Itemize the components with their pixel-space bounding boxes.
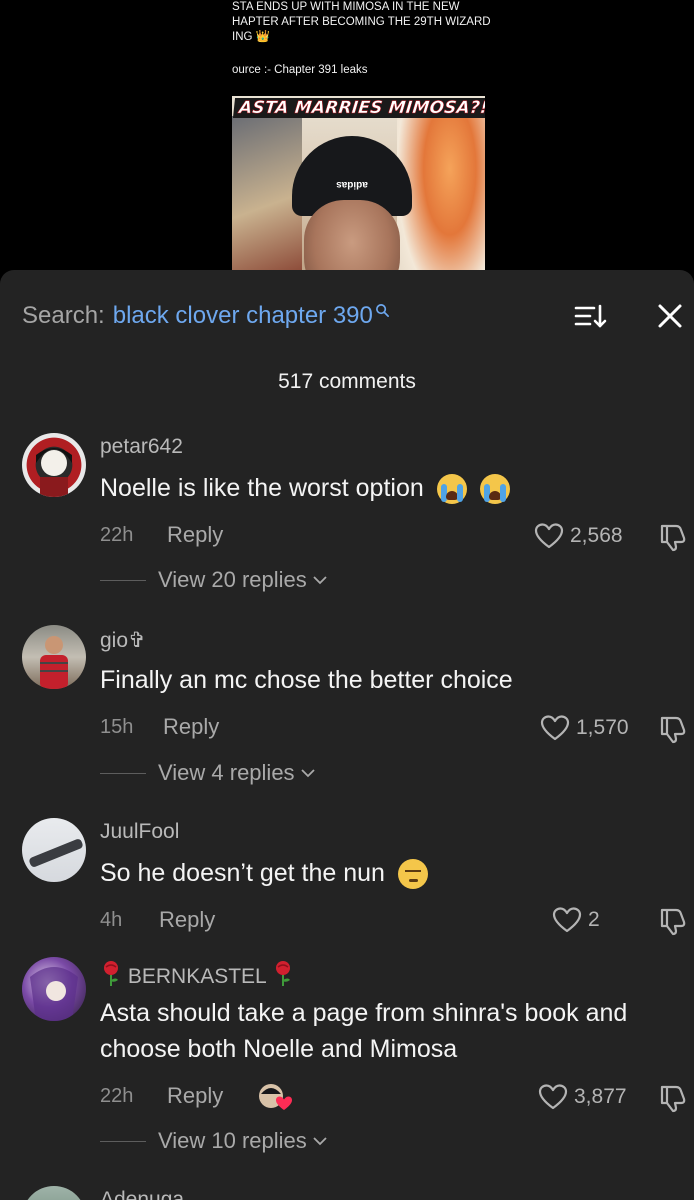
like-count: 3,877 [574,1085,627,1108]
chevron-down-icon [313,1137,327,1146]
divider [100,579,146,581]
view-replies-button[interactable]: View 10 replies [100,1128,327,1154]
reply-button[interactable]: Reply [167,1083,223,1109]
dislike-icon[interactable] [658,714,688,744]
reply-button[interactable]: Reply [167,522,223,548]
beanie-logo: adidas [336,179,368,190]
chevron-down-icon [313,576,327,585]
heart-icon [538,1084,568,1110]
comment-count: 517 comments [278,370,416,393]
avatar[interactable] [22,818,86,882]
avatar[interactable] [22,625,86,689]
heart-icon [552,907,582,933]
comment-text: Asta should take a page from shinra's bo… [100,999,628,1063]
comment-username-text: BERNKASTEL [127,965,266,988]
close-icon[interactable] [652,298,688,334]
search-bar[interactable]: Search: black clover chapter 390 [22,300,390,332]
like-button[interactable]: 2 [552,906,600,934]
comment-text: Finally an mc chose the better choice [100,666,513,694]
chevron-down-icon [300,769,315,778]
pensive-face-emoji-icon [397,859,428,890]
post-source: ource :- Chapter 391 leaks [232,64,368,76]
like-button[interactable]: 3,877 [538,1083,627,1111]
heart-icon [540,715,570,741]
view-replies-label: View 20 replies [158,567,307,592]
like-button[interactable]: 2,568 [534,522,623,550]
search-query-link[interactable]: black clover chapter 390 [113,302,373,330]
video-preview[interactable]: STA ENDS UP WITH MIMOSA IN THE NEW HAPTE… [0,0,694,290]
reply-button[interactable]: Reply [159,907,215,933]
like-count: 2,568 [570,524,623,547]
search-label: Search: [22,302,105,329]
comment-text: Noelle is like the worst option [100,470,660,506]
view-replies-button[interactable]: View 20 replies [100,567,327,593]
thumbnail-title: ASTA MARRIES MIMOSA?! [232,98,485,118]
divider [100,772,146,774]
divider [100,1140,146,1142]
comment-text-body: Noelle is like the worst option [100,474,424,502]
comment-text-body: So he doesn’t get the nun [100,859,385,887]
comment-username[interactable]: Adenuga [100,1188,184,1200]
comment-username[interactable]: JuulFool [100,820,179,844]
view-replies-label: View 10 replies [158,1128,307,1153]
view-replies-button[interactable]: View 4 replies [100,760,315,786]
liked-by-creator-icon [259,1084,292,1110]
comment-username[interactable]: petar642 [100,435,183,459]
like-count: 2 [588,908,600,931]
manga-thumbnail: adidas ASTA MARRIES MIMOSA?! [232,96,485,290]
rose-icon [104,961,118,986]
view-replies-label: View 4 replies [158,760,295,785]
loudly-crying-emoji-icon [479,474,510,505]
dislike-icon[interactable] [658,522,688,552]
comment-time: 22h [100,1085,134,1107]
post-caption: STA ENDS UP WITH MIMOSA IN THE NEW HAPTE… [232,0,512,45]
dislike-icon[interactable] [658,1083,688,1113]
reply-button[interactable]: Reply [163,714,219,740]
post-caption-line: HAPTER AFTER BECOMING THE 29TH WIZARD [232,16,491,28]
creator-face: adidas [282,136,422,290]
comment-username[interactable]: BERNKASTEL [100,959,294,989]
heart-icon [534,523,564,549]
comment-time: 15h [100,716,134,738]
comment-text: So he doesn’t get the nun [100,855,660,891]
dislike-icon[interactable] [658,906,688,936]
avatar[interactable] [22,433,86,497]
comment-time: 4h [100,909,123,931]
like-count: 1,570 [576,716,629,739]
comment-username[interactable]: gio✞ [100,628,146,653]
like-button[interactable]: 1,570 [540,714,629,742]
comment-time: 22h [100,524,134,546]
rose-icon [275,961,290,986]
loudly-crying-emoji-icon [436,474,467,505]
avatar[interactable] [22,957,86,1021]
search-icon[interactable] [375,303,390,318]
sort-icon[interactable] [572,300,608,332]
post-caption-line: STA ENDS UP WITH MIMOSA IN THE NEW [232,1,460,13]
post-caption-line: ING 👑 [232,31,270,43]
